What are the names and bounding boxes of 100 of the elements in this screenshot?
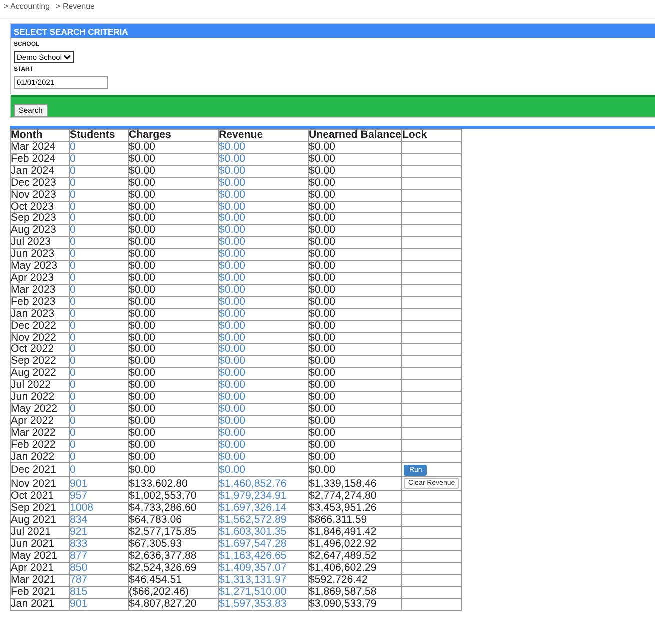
table-cell: $0.00 (308, 451, 402, 463)
column-header: Students (70, 130, 128, 142)
students-link[interactable]: 0 (70, 451, 128, 463)
amount-link[interactable]: $0.00 (218, 284, 308, 296)
table-cell: $133,602.80 (128, 476, 218, 491)
amount-link[interactable]: $1,460,852.76 (218, 476, 308, 491)
students-link[interactable]: 0 (70, 356, 128, 368)
students-link[interactable]: 0 (70, 165, 128, 178)
students-link[interactable]: 0 (70, 236, 128, 249)
amount-link[interactable]: $0.00 (218, 462, 308, 477)
amount-link[interactable]: $0.00 (218, 153, 308, 166)
students-link[interactable]: 834 (70, 514, 128, 527)
students-link[interactable]: 0 (70, 260, 128, 272)
amount-link[interactable]: $0.00 (218, 189, 308, 202)
table-cell: Mar 2023 (10, 284, 70, 296)
students-link[interactable]: 0 (70, 403, 128, 416)
amount-link[interactable]: $0.00 (218, 308, 308, 320)
table-cell: $866,311.59 (308, 514, 402, 527)
students-link[interactable]: 0 (70, 284, 128, 296)
amount-link[interactable]: $0.00 (218, 236, 308, 249)
amount-link[interactable]: $0.00 (218, 142, 308, 154)
amount-link[interactable]: $0.00 (218, 356, 308, 368)
students-link[interactable]: 815 (70, 586, 128, 598)
amount-link[interactable]: $0.00 (218, 368, 308, 380)
table-cell: Aug 2021 (10, 514, 70, 527)
amount-link[interactable]: $0.00 (218, 439, 308, 452)
students-link[interactable]: 0 (70, 392, 128, 404)
amount-link[interactable]: $1,271,510.00 (218, 586, 308, 598)
amount-link[interactable]: $1,979,234.91 (218, 490, 308, 503)
amount-link[interactable]: $0.00 (218, 380, 308, 392)
students-link[interactable]: 0 (70, 177, 128, 190)
table-cell: $0.00 (308, 427, 402, 440)
students-link[interactable]: 0 (70, 344, 128, 356)
breadcrumb-link[interactable]: > Revenue (56, 2, 95, 14)
students-link[interactable]: 833 (70, 538, 128, 550)
students-link[interactable]: 901 (70, 598, 128, 610)
table-cell: $0.00 (308, 260, 402, 272)
amount-link[interactable]: $1,603,301.35 (218, 526, 308, 539)
table-cell: $2,647,489.52 (308, 550, 402, 562)
amount-link[interactable]: $0.00 (218, 212, 308, 225)
students-link[interactable]: 0 (70, 427, 128, 440)
students-link[interactable]: 0 (70, 415, 128, 428)
students-link[interactable]: 0 (70, 332, 128, 344)
amount-link[interactable]: $0.00 (218, 403, 308, 416)
students-link[interactable]: 0 (70, 272, 128, 284)
students-link[interactable]: 0 (70, 201, 128, 213)
students-link[interactable]: 787 (70, 574, 128, 586)
students-link[interactable]: 0 (70, 224, 128, 237)
table-cell: Sep 2022 (10, 356, 70, 368)
table-cell: $0.00 (128, 212, 218, 225)
amount-link[interactable]: $1,313,131.97 (218, 574, 308, 586)
students-link[interactable]: 0 (70, 248, 128, 261)
amount-link[interactable]: $0.00 (218, 451, 308, 463)
table-cell: Dec 2023 (10, 177, 70, 190)
students-link[interactable]: 0 (70, 380, 128, 392)
students-link[interactable]: 0 (70, 320, 128, 332)
amount-link[interactable]: $0.00 (218, 320, 308, 332)
amount-link[interactable]: $0.00 (218, 296, 308, 308)
amount-link[interactable]: $1,697,547.28 (218, 538, 308, 550)
students-link[interactable]: 0 (70, 462, 128, 477)
students-link[interactable]: 0 (70, 439, 128, 452)
table-cell: $0.00 (308, 320, 402, 332)
amount-link[interactable]: $0.00 (218, 415, 308, 428)
students-link[interactable]: 850 (70, 562, 128, 574)
amount-link[interactable]: $0.00 (218, 344, 308, 356)
amount-link[interactable]: $0.00 (218, 392, 308, 404)
table-cell: $64,783.06 (128, 514, 218, 527)
amount-link[interactable]: $0.00 (218, 165, 308, 178)
amount-link[interactable]: $0.00 (218, 332, 308, 344)
amount-link[interactable]: $1,163,426.65 (218, 550, 308, 562)
amount-link[interactable]: $0.00 (218, 260, 308, 272)
table-cell: $0.00 (128, 165, 218, 178)
amount-link[interactable]: $0.00 (218, 427, 308, 440)
amount-link[interactable]: $0.00 (218, 224, 308, 237)
students-link[interactable]: 0 (70, 296, 128, 308)
students-link[interactable]: 0 (70, 368, 128, 380)
breadcrumb-link[interactable]: > Accounting (4, 2, 50, 14)
amount-link[interactable]: $1,597,353.83 (218, 598, 308, 610)
table-cell: $2,636,377.88 (128, 550, 218, 562)
students-link[interactable]: 0 (70, 142, 128, 154)
amount-link[interactable]: $1,697,326.14 (218, 502, 308, 515)
students-link[interactable]: 957 (70, 490, 128, 503)
amount-link[interactable]: $0.00 (218, 272, 308, 284)
students-link[interactable]: 877 (70, 550, 128, 562)
students-link[interactable]: 1008 (70, 502, 128, 515)
students-link[interactable]: 901 (70, 476, 128, 491)
table-cell: $1,869,587.58 (308, 586, 402, 598)
amount-link[interactable]: $1,409,357.07 (218, 562, 308, 574)
amount-link[interactable]: $1,562,572.89 (218, 514, 308, 527)
amount-link[interactable]: $0.00 (218, 177, 308, 190)
students-link[interactable]: 0 (70, 212, 128, 225)
table-cell: $1,339,158.46 (308, 476, 402, 491)
amount-link[interactable]: $0.00 (218, 248, 308, 261)
column-header: Month (10, 130, 70, 142)
amount-link[interactable]: $0.00 (218, 201, 308, 213)
students-link[interactable]: 0 (70, 308, 128, 320)
students-link[interactable]: 0 (70, 189, 128, 202)
students-link[interactable]: 0 (70, 153, 128, 166)
table-cell: $0.00 (308, 415, 402, 428)
students-link[interactable]: 921 (70, 526, 128, 539)
